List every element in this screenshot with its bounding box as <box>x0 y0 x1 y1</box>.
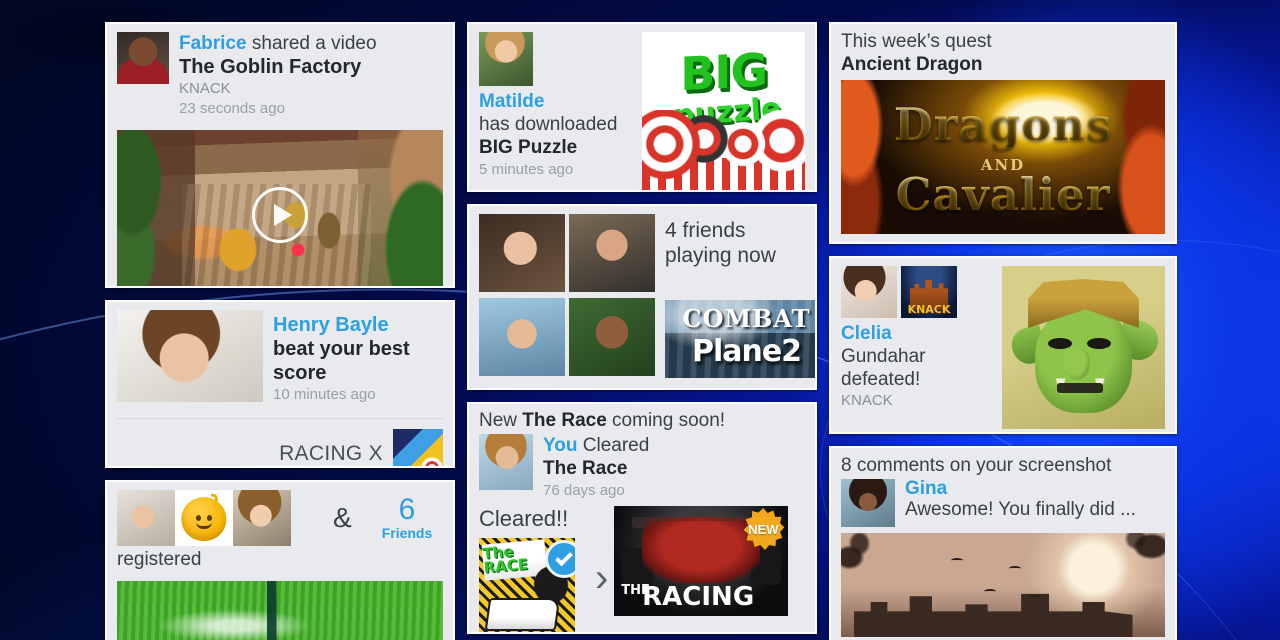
friend-count: 6 <box>398 493 416 526</box>
comment-text: Awesome! You finally did ... <box>905 499 1136 520</box>
content-title: The Race <box>543 458 628 479</box>
game-thumbnail[interactable]: KNACK <box>901 266 957 318</box>
avatar <box>841 266 897 318</box>
comments-heading: 8 comments on your screenshot <box>841 455 1112 476</box>
promo-headline: New The Race coming soon! <box>469 404 815 434</box>
actor-name[interactable]: Fabrice <box>179 33 247 54</box>
promo-prefix: New <box>479 410 523 431</box>
feed-column-middle: Matilde has downloaded BIG Puzzle 5 minu… <box>467 22 817 640</box>
scene-enemy <box>312 204 346 256</box>
quest-title: Ancient Dragon <box>841 54 983 75</box>
new-badge: NEW <box>742 508 785 550</box>
game-icon[interactable] <box>393 429 443 466</box>
timestamp: 5 minutes ago <box>479 161 574 178</box>
card-best-score[interactable]: Henry Bayle beat your best score 10 minu… <box>105 300 455 468</box>
cleared-game-icon[interactable]: The RACE <box>479 538 575 632</box>
avatar <box>841 479 895 527</box>
video-thumbnail[interactable] <box>117 130 443 286</box>
game-name: KNACK <box>841 392 893 409</box>
scene-character-main <box>211 228 264 280</box>
activity-feed: Fabrice shared a video The Goblin Factor… <box>0 0 1280 640</box>
avatar <box>117 310 263 402</box>
action-text: has downloaded <box>479 114 618 135</box>
timestamp: 76 days ago <box>543 482 625 499</box>
boss-screenshot[interactable] <box>1002 266 1165 429</box>
next-game-cover-art[interactable]: THE RACING NEW <box>614 506 789 616</box>
card-friends-registered[interactable]: & 6 Friends registered <box>105 480 455 640</box>
game-logo-label: KNACK <box>907 302 951 316</box>
screenshot-image[interactable] <box>841 533 1165 637</box>
playing-count-line1: 4 friends <box>665 219 746 242</box>
card-friends-playing[interactable]: 4 friends playing now COMBAT Plane2 <box>467 204 817 390</box>
cover-art-line1: Dragons <box>841 102 1165 147</box>
avatar <box>233 490 291 546</box>
defeat-line1: Gundahar <box>841 346 926 367</box>
card-the-race[interactable]: New The Race coming soon! You Cleared Th… <box>467 402 817 634</box>
commenter-name[interactable]: Gina <box>905 479 1136 499</box>
avatar-emoji <box>175 490 233 546</box>
avatar <box>117 32 169 84</box>
quest-cover-art[interactable]: Dragons AND Cavalier <box>841 80 1165 234</box>
promo-suffix: coming soon! <box>606 410 726 431</box>
feed-column-right: This week’s quest Ancient Dragon Dragons… <box>829 22 1177 640</box>
game-cover-art[interactable]: COMBAT Plane2 <box>665 300 815 378</box>
action-text: shared a video <box>251 33 377 54</box>
actor-name[interactable]: Matilde <box>479 90 632 113</box>
cover-art-line2: Cavalier <box>841 172 1165 217</box>
card-video-share[interactable]: Fabrice shared a video The Goblin Factor… <box>105 22 455 288</box>
play-icon[interactable] <box>252 187 308 243</box>
action-text: Cleared <box>582 435 650 456</box>
cover-art-title: COMBAT <box>682 304 811 333</box>
scene-gem <box>289 242 306 259</box>
status-text: registered <box>117 549 202 570</box>
actor-name[interactable]: Henry Bayle <box>273 314 389 336</box>
timestamp: 10 minutes ago <box>273 386 376 403</box>
timestamp: 23 seconds ago <box>179 100 285 117</box>
avatar <box>117 490 175 546</box>
content-title: The Goblin Factory <box>179 56 362 78</box>
avatar <box>479 214 565 292</box>
promo-game: The Race <box>522 410 607 431</box>
new-badge-label: NEW <box>748 521 779 537</box>
action-text: beat your best score <box>273 338 410 384</box>
friend-count-label: Friends <box>381 525 433 541</box>
avatar <box>479 298 565 376</box>
quest-heading: This week’s quest <box>841 31 992 52</box>
game-cover-art[interactable]: BIG puzzle <box>642 32 805 190</box>
friend-avatars <box>117 490 291 546</box>
game-name: KNACK <box>179 80 231 97</box>
cover-art-characters <box>642 110 805 190</box>
avatar <box>569 298 655 376</box>
avatar <box>479 434 533 490</box>
card-boss-defeated[interactable]: KNACK Clelia Gundahar defeated! KNACK <box>829 256 1177 434</box>
actor-name[interactable]: You <box>543 435 577 456</box>
feed-column-left: Fabrice shared a video The Goblin Factor… <box>105 22 455 640</box>
defeat-line2: defeated! <box>841 369 921 390</box>
avatar <box>479 32 533 86</box>
game-screenshot-field[interactable] <box>117 581 443 640</box>
activity-headline: Fabrice shared a video <box>179 32 377 55</box>
game-title: RACING X <box>279 442 383 465</box>
check-icon <box>545 540 575 578</box>
card-comments[interactable]: 8 comments on your screenshot Gina Aweso… <box>829 446 1177 640</box>
cover-art-subtitle: Plane2 <box>691 334 802 369</box>
ampersand: & <box>333 502 352 533</box>
avatar <box>569 214 655 292</box>
chevron-right-icon: › <box>595 556 609 600</box>
playing-count-line2: playing now <box>665 244 776 267</box>
friend-avatars <box>479 214 655 378</box>
card-download[interactable]: Matilde has downloaded BIG Puzzle 5 minu… <box>467 22 817 192</box>
cover-art-title-big: RACING <box>642 582 755 612</box>
actor-name[interactable]: Clelia <box>841 322 992 345</box>
cleared-label: Cleared!! <box>479 506 569 531</box>
card-weekly-quest[interactable]: This week’s quest Ancient Dragon Dragons… <box>829 22 1177 244</box>
content-title: BIG Puzzle <box>479 137 578 158</box>
